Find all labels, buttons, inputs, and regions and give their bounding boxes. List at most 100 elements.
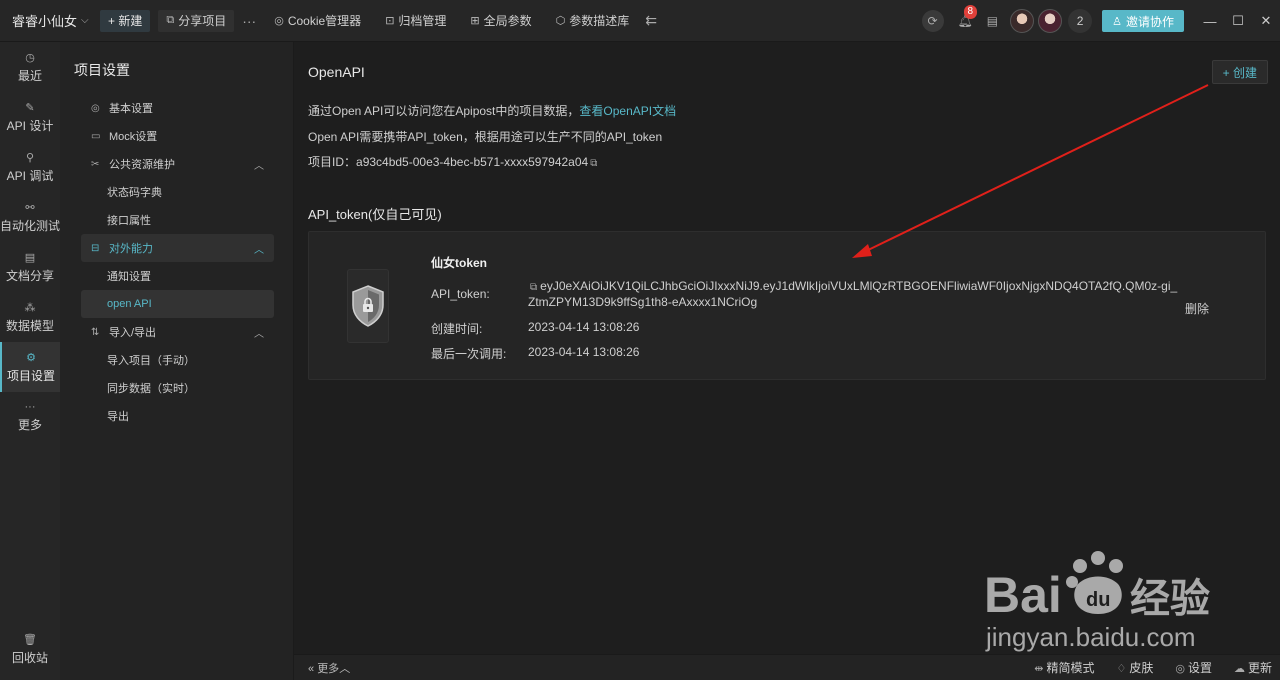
nav-auto-test[interactable]: ⚯ 自动化测试 [0,192,60,242]
create-token-button[interactable]: + 创建 [1211,60,1268,84]
status-label: 皮肤 [1129,661,1154,675]
description-line-2: Open API需要携带API_token，根据用途可以生产不同的API_tok… [308,130,663,144]
token-label: API_token: [431,287,490,301]
chevron-up-icon: ︿ [339,662,351,675]
menu-item-basic[interactable]: ◎ 基本设置 [81,94,274,122]
workspace-name: 睿睿小仙女 [12,14,78,29]
model-icon: ⁂ [24,301,36,314]
sync-icon[interactable]: ⟳ [921,10,944,32]
param-library-button[interactable]: ⬡ 参数描述库 [548,10,638,32]
menu-label: 接口属性 [107,215,151,227]
menu-label: 导入项目（手动） [107,355,195,367]
chevron-down-icon: ⌵ [81,15,89,26]
svg-text:du: du [1086,589,1110,611]
nav-recent[interactable]: ◷ 最近 [0,42,60,92]
avatar[interactable] [1010,9,1035,33]
status-more-button[interactable]: « 更多︿ [308,660,350,676]
nav-api-debug[interactable]: ⚲ API 调试 [0,142,60,192]
collapse-menu-icon[interactable]: ⇇ [645,12,657,29]
nav-data-model[interactable]: ⁂ 数据模型 [0,292,60,342]
share-project-button[interactable]: ⧉ 分享项目 [158,9,235,32]
nav-label: API 设计 [6,118,54,133]
token-name: 仙女token [431,256,488,270]
invite-label: 邀请协作 [1125,14,1174,29]
compact-icon: ⇹ [1034,663,1044,675]
menu-label: 导入/导出 [109,327,157,339]
copy-icon[interactable]: ⧉ [530,282,537,293]
nav-more[interactable]: ··· 更多 [0,392,60,442]
nav-doc-share[interactable]: ▤ 文档分享 [0,242,60,292]
tools-icon: ✂ [91,158,100,170]
archive-icon: ⊡ [385,15,395,27]
skin-button[interactable]: ♢ 皮肤 [1116,659,1153,676]
settings-icon: ⚙ [26,351,36,364]
menu-label: 通知设置 [107,271,151,283]
notes-icon[interactable]: ▤ [987,14,998,28]
minimize-icon[interactable]: — [1196,14,1224,29]
members-count[interactable]: 2 [1068,9,1093,33]
openapi-doc-link[interactable]: 查看OpenAPI文档 [579,104,676,118]
cube-icon: ⬡ [555,15,566,27]
global-params-button[interactable]: ⊞ 全局参数 [462,10,539,32]
menu-label: 导出 [107,411,129,423]
menu-label: 状态码字典 [107,187,162,199]
menu-item-sync-data[interactable]: 同步数据（实时） [81,374,274,402]
global-params-label: 全局参数 [483,14,532,28]
menu-item-import-manual[interactable]: 导入项目（手动） [81,346,274,374]
new-button[interactable]: + 新建 [100,9,151,32]
close-icon[interactable]: ✕ [1252,13,1280,29]
share-icon: ⧉ [166,14,175,26]
double-chevron-left-icon: « [308,662,315,675]
menu-item-public-resources[interactable]: ✂ 公共资源维护 ︿ [81,150,274,178]
status-label: 精简模式 [1046,661,1095,675]
token-card: 仙女token API_token: ⧉ eyJ0eXAiOiJKV1QiLCJh… [308,231,1266,380]
menu-item-export[interactable]: 导出 [81,402,274,430]
chevron-up-icon: ︿ [254,244,264,256]
settings-button[interactable]: ◎ 设置 [1175,659,1212,676]
settings-sidebar: 项目设置 ◎ 基本设置 ▭ Mock设置 ✂ 公共资源维护 ︿ 状态码字典 接口… [60,42,294,680]
cookie-manager-button[interactable]: ◎ Cookie管理器 [266,10,369,32]
avatar[interactable] [1038,9,1063,33]
menu-item-mock[interactable]: ▭ Mock设置 [81,122,274,150]
archive-button[interactable]: ⊡ 归档管理 [377,10,454,32]
menu-item-external[interactable]: ⊟ 对外能力 ︿ [81,234,274,262]
menu-item-notifications[interactable]: 通知设置 [81,262,274,290]
watermark-brand2: 经验 [1130,576,1210,622]
delete-token-button[interactable]: 删除 [1185,300,1209,317]
menu-item-interface-attrs[interactable]: 接口属性 [81,206,274,234]
nav-label: API 调试 [6,168,54,183]
gear-icon: ◎ [1175,663,1185,675]
settings-title: 项目设置 [74,62,130,78]
maximize-icon[interactable]: ☐ [1224,13,1252,29]
menu-item-open-api[interactable]: open API [81,290,274,318]
menu-item-status-codes[interactable]: 状态码字典 [81,178,274,206]
copy-icon[interactable]: ⧉ [590,158,597,169]
menu-label: 同步数据（实时） [107,383,195,395]
nav-api-design[interactable]: ✎ API 设计 [0,92,60,142]
notification-button[interactable]: 🔔︎ 8 [958,5,978,28]
mock-icon: ▭ [91,130,101,142]
section-title: API_token(仅自己可见) [308,207,442,222]
project-id-row: 项目ID：a93c4bd5-00e3-4bec-b571-xxxx597942a… [308,153,597,170]
nav-project-settings[interactable]: ⚙ 项目设置 [0,342,60,392]
last-used-value: 2023-04-14 13:08:26 [528,345,640,359]
nav-label: 回收站 [11,650,48,665]
more-icon[interactable]: ··· [242,13,256,29]
menu-label: Mock设置 [109,131,158,143]
compact-mode-button[interactable]: ⇹ 精简模式 [1034,659,1094,676]
status-label: 设置 [1187,661,1212,675]
workspace-switcher[interactable]: 睿睿小仙女 ⌵ [0,11,100,30]
invite-button[interactable]: ♙ 邀请协作 [1102,10,1184,32]
page-title: OpenAPI [308,64,365,80]
cloud-icon: ☁ [1233,663,1245,675]
update-button[interactable]: ☁ 更新 [1234,659,1272,676]
nav-recycle-bin[interactable]: 🗑︎ 回收站 [0,624,60,674]
chevron-up-icon: ︿ [254,160,264,172]
notification-badge: 8 [963,5,978,19]
nav-label: 最近 [17,68,42,83]
params-icon: ⊞ [470,15,480,27]
import-icon: ⇅ [91,326,100,338]
more-icon: ··· [24,401,36,413]
project-id-label: 项目ID： [308,155,357,169]
menu-item-import-export[interactable]: ⇅ 导入/导出 ︿ [81,318,274,346]
